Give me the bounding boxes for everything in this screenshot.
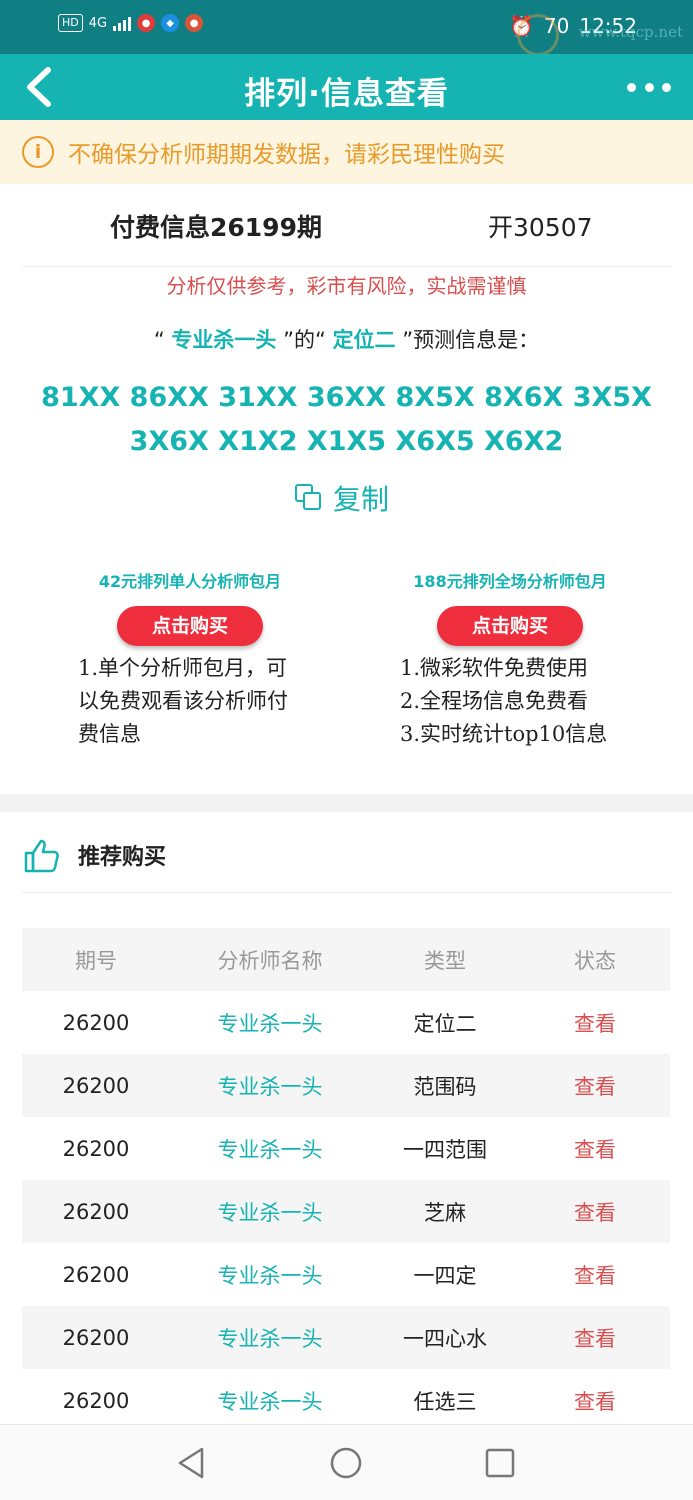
info-card: 付费信息26199期 开30507 分析仅供参考，彩市有风险，实战需谨慎 “ 专… [0,184,693,794]
plan-all-analysts: 188元排列全场分析师包月 点击购买 1.微彩软件免费使用 2.全程场信息免费看… [360,568,660,751]
row-issue: 26200 [62,1073,130,1098]
table-row[interactable]: 26200 专业杀一头 范围码 查看 [22,1054,670,1117]
warning-notice: i 不确保分析师期期发数据，请彩民理性购买 [0,120,693,184]
issue-title: 付费信息26199期 [110,213,322,242]
divider [22,892,671,893]
divider [22,266,671,267]
recommend-section: 推荐购买 期号 分析师名称 类型 状态 26200 专业杀一头 定位二 查看 2… [0,812,693,1424]
row-analyst[interactable]: 专业杀一头 [170,1197,370,1227]
recommend-table: 期号 分析师名称 类型 状态 26200 专业杀一头 定位二 查看 26200 … [22,928,670,1432]
row-type: 一四范围 [403,1137,487,1162]
view-button[interactable]: 查看 [520,1134,670,1164]
view-button[interactable]: 查看 [520,1260,670,1290]
watermark: www.tqcp.net [503,14,683,56]
plan-benefit: 3.实时统计top10信息 [400,722,608,746]
buy-single-button[interactable]: 点击购买 [117,606,263,646]
status-bar: HD 4G ● ◆ ● ⏰ 70 12:52 www.tqcp.net [0,0,693,56]
thumbs-up-icon [24,839,59,873]
plan-description: 1.单个分析师包月，可以免费观看该分析师付费信息 [78,656,288,746]
recommend-header: 推荐购买 [22,830,166,880]
row-type: 芝麻 [424,1200,466,1225]
top-navbar: 排列·信息查看 [0,54,693,120]
issue-row: 付费信息26199期 开30507 [0,208,693,248]
table-header: 期号 分析师名称 类型 状态 [22,928,670,991]
header-issue: 期号 [75,948,117,973]
row-issue: 26200 [62,1136,130,1161]
header-type: 类型 [424,948,466,973]
row-type: 一四定 [413,1263,477,1288]
row-type: 范围码 [413,1074,477,1099]
watermark-url: www.tqcp.net [578,23,683,41]
app-badge-icon: ● [185,14,204,32]
row-analyst[interactable]: 专业杀一头 [170,1008,370,1038]
row-issue: 26200 [62,1388,130,1413]
row-analyst[interactable]: 专业杀一头 [170,1323,370,1353]
plan-title: 188元排列全场分析师包月 [413,572,607,591]
plan-description: 1.微彩软件免费使用 2.全程场信息免费看 3.实时统计top10信息 [360,652,660,751]
row-analyst[interactable]: 专业杀一头 [170,1260,370,1290]
network-label: 4G [88,15,108,31]
analyst-name[interactable]: 专业杀一头 [171,328,276,352]
buy-all-button[interactable]: 点击购买 [437,606,583,646]
table-row[interactable]: 26200 专业杀一头 定位二 查看 [22,991,670,1054]
row-issue: 26200 [62,1262,130,1287]
open-result: 开30507 [488,213,593,242]
nav-home-icon[interactable] [328,1445,364,1481]
page-title: 排列·信息查看 [244,76,449,112]
header-analyst: 分析师名称 [217,948,323,973]
system-nav-bar [0,1424,693,1500]
prediction-type: 定位二 [332,328,396,352]
row-issue: 26200 [62,1199,130,1224]
recommend-title: 推荐购买 [78,845,167,870]
view-button[interactable]: 查看 [520,1323,670,1353]
risk-warning: 分析仅供参考，彩市有风险，实战需谨慎 [166,274,527,298]
row-issue: 26200 [62,1010,130,1035]
plan-benefit: 2.全程场信息免费看 [400,689,589,713]
notice-text: 不确保分析师期期发数据，请彩民理性购买 [68,142,505,168]
table-row[interactable]: 26200 专业杀一头 一四范围 查看 [22,1117,670,1180]
quote-open: “ [153,328,165,352]
nav-recents-icon[interactable] [482,1445,518,1481]
view-button[interactable]: 查看 [520,1071,670,1101]
more-dot-icon [627,82,636,92]
table-row[interactable]: 26200 专业杀一头 芝麻 查看 [22,1180,670,1243]
table-row[interactable]: 26200 专业杀一头 一四定 查看 [22,1243,670,1306]
more-dot-icon [662,82,671,92]
signal-icon [113,15,132,31]
alipay-icon: ◆ [161,14,180,32]
nav-back-icon[interactable] [174,1445,210,1481]
plan-benefit: 1.微彩软件免费使用 [400,656,589,680]
copy-button[interactable]: 复制 [295,480,389,516]
quote-tail: ”预测信息是： [402,328,540,352]
header-status: 状态 [574,948,616,973]
quote-mid: ”的“ [283,328,326,352]
plan-title: 42元排列单人分析师包月 [98,572,282,591]
row-type: 一四心水 [403,1326,487,1351]
more-dot-icon [644,82,654,92]
copy-label: 复制 [333,483,390,516]
row-type: 任选三 [413,1389,477,1414]
app-notification-icon: ● [137,14,156,32]
view-button[interactable]: 查看 [520,1008,670,1038]
watermark-logo-icon [517,14,559,56]
row-type: 定位二 [413,1011,477,1036]
status-icons-left: HD 4G ● ◆ ● [58,14,204,32]
row-analyst[interactable]: 专业杀一头 [170,1134,370,1164]
copy-icon [295,484,323,512]
prediction-heading: “ 专业杀一头 ”的“ 定位二 ”预测信息是： [0,324,693,354]
row-issue: 26200 [62,1325,130,1350]
table-row[interactable]: 26200 专业杀一头 一四心水 查看 [22,1306,670,1369]
view-button[interactable]: 查看 [520,1197,670,1227]
prediction-numbers: 81XX 86XX 31XX 36XX 8X5X 8X6X 3X5X 3X6X … [41,382,652,457]
table-row[interactable]: 26200 专业杀一头 任选三 查看 [22,1369,670,1432]
plan-single-analyst: 42元排列单人分析师包月 点击购买 1.单个分析师包月，可以免费观看该分析师付费… [40,568,340,751]
hd-badge: HD [58,14,83,32]
row-analyst[interactable]: 专业杀一头 [170,1071,370,1101]
more-menu-button[interactable] [627,76,671,98]
row-analyst[interactable]: 专业杀一头 [170,1386,370,1416]
info-icon: i [22,136,54,168]
view-button[interactable]: 查看 [520,1386,670,1416]
